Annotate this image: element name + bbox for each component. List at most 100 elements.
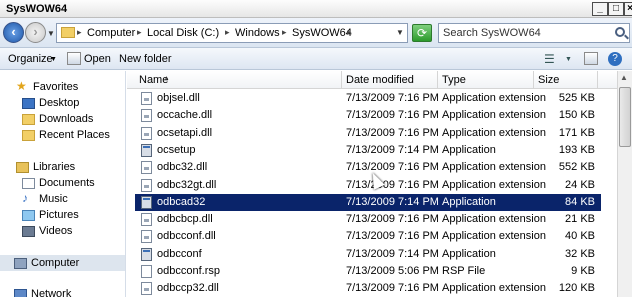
organize-button[interactable]: Organize (8, 53, 53, 65)
address-bar[interactable]: ▸ Computer ▸ Local Disk (C:) ▸ Windows ▸… (56, 23, 408, 43)
libraries-icon (16, 162, 29, 173)
open-icon (67, 52, 81, 65)
file-date: 7/13/2009 7:16 PM (346, 161, 439, 174)
file-row[interactable]: odbcbcp.dll 7/13/2009 7:16 PM Application … (135, 211, 601, 228)
file-row[interactable]: occache.dll 7/13/2009 7:16 PM Application … (135, 107, 601, 124)
file-type: Application extension (442, 282, 546, 295)
views-dropdown-icon[interactable]: ▼ (565, 56, 572, 63)
file-size: 84 KB (565, 195, 595, 208)
nav-recent-places-label: Recent Places (39, 129, 110, 141)
nav-pictures-label: Pictures (39, 209, 79, 221)
nav-downloads-label: Downloads (39, 113, 94, 125)
minimize-button[interactable]: _ (592, 2, 608, 16)
forward-button[interactable]: › (25, 22, 46, 43)
file-row[interactable]: objsel.dll 7/13/2009 7:16 PM Application e… (135, 90, 601, 107)
file-type: Application (442, 143, 496, 156)
nav-videos-label: Videos (39, 225, 73, 237)
close-button[interactable]: × (624, 2, 632, 16)
recent-pages-dropdown-icon[interactable]: ▼ (47, 29, 55, 38)
star-icon: ★ (16, 79, 27, 93)
application-icon (141, 143, 152, 157)
chevron-right-icon[interactable]: ▸ (77, 27, 82, 38)
file-row[interactable]: odbccp32.dll 7/13/2009 7:16 PM Application… (135, 280, 601, 297)
breadcrumb-windows[interactable]: Windows (235, 27, 280, 39)
file-row[interactable]: odbcconf.dll 7/13/2009 7:16 PM Application… (135, 228, 601, 245)
window-title: SysWOW64 (6, 3, 68, 15)
column-size[interactable]: Size (538, 74, 559, 86)
dll-file-icon (141, 282, 152, 296)
file-row[interactable]: odbcconf.rsp 7/13/2009 5:06 PM RSP File 9 K… (135, 263, 601, 280)
file-name: odbcbcp.dll (157, 213, 213, 226)
organize-dropdown-icon[interactable]: ▼ (50, 56, 57, 63)
file-type: Application extension (442, 92, 546, 104)
refresh-button[interactable]: ⟳ (412, 24, 432, 42)
command-bar: Organize ▼ Open New folder ☰ ▼ ? (0, 48, 632, 70)
file-size: 120 KB (558, 282, 595, 295)
application-icon (141, 247, 152, 261)
search-placeholder: Search SysWOW64 (443, 27, 541, 39)
title-bar: SysWOW64 _ □ × (0, 0, 632, 18)
nav-music-label: Music (39, 193, 68, 205)
column-name[interactable]: Name (139, 74, 168, 86)
file-name: odbccp32.dll (157, 282, 219, 295)
dll-file-icon (141, 213, 152, 227)
chevron-right-icon[interactable]: ▸ (225, 27, 230, 38)
address-dropdown-icon[interactable]: ▼ (396, 28, 404, 37)
file-name: odbcad32 (157, 195, 206, 208)
nav-computer-label: Computer (31, 257, 80, 269)
file-date: 7/13/2009 7:16 PM (346, 282, 439, 295)
file-name: occache.dll (157, 109, 213, 122)
file-row[interactable]: ocsetup 7/13/2009 7:14 PM Application 193 K… (135, 142, 601, 159)
search-icon[interactable] (615, 27, 625, 37)
breadcrumb-local-disk[interactable]: Local Disk (C:) (147, 27, 219, 39)
file-type: RSP File (442, 265, 486, 277)
views-icon[interactable]: ☰ (544, 52, 555, 66)
dll-file-icon (141, 178, 152, 192)
file-row[interactable]: odbcad32 7/13/2009 7:14 PM Application 84 K… (135, 193, 601, 211)
file-name: odbc32gt.dll (157, 178, 217, 191)
file-size: 193 KB (558, 143, 595, 156)
file-row[interactable]: ocsetapi.dll 7/13/2009 7:16 PM Application… (135, 125, 601, 142)
desktop-icon (22, 98, 35, 109)
column-type[interactable]: Type (442, 74, 466, 86)
nav-libraries-label: Libraries (33, 161, 76, 173)
chevron-right-icon[interactable]: ▸ (347, 27, 352, 38)
vertical-scrollbar[interactable]: ▲ (617, 71, 632, 297)
chevron-right-icon[interactable]: ▸ (282, 27, 287, 38)
file-icon (141, 265, 152, 278)
documents-icon (22, 178, 35, 189)
file-type: Application extension (442, 230, 546, 243)
file-date: 7/13/2009 7:16 PM (346, 178, 439, 191)
network-icon (14, 289, 27, 297)
file-type: Application (442, 247, 496, 260)
maximize-button[interactable]: □ (608, 2, 624, 16)
open-button[interactable]: Open (84, 53, 111, 65)
dll-file-icon (141, 109, 152, 123)
scroll-up-icon[interactable]: ▲ (620, 73, 628, 82)
file-size: 24 KB (565, 178, 595, 191)
file-type: Application (442, 195, 496, 208)
file-date: 7/13/2009 7:16 PM (346, 230, 439, 243)
file-name: odbcconf.rsp (157, 265, 220, 277)
file-size: 171 KB (558, 126, 595, 139)
breadcrumb-computer[interactable]: Computer (87, 27, 135, 39)
file-date: 7/13/2009 7:16 PM (346, 213, 439, 226)
file-name: objsel.dll (157, 92, 200, 104)
new-folder-button[interactable]: New folder (119, 53, 172, 65)
folder-icon (61, 27, 75, 38)
file-type: Application extension (442, 213, 546, 226)
preview-pane-icon[interactable] (584, 52, 598, 65)
file-size: 40 KB (565, 230, 595, 243)
file-row[interactable]: odbcconf 7/13/2009 7:14 PM Application 32 K… (135, 246, 601, 263)
help-icon[interactable]: ? (608, 52, 622, 66)
column-date-modified[interactable]: Date modified (346, 74, 414, 86)
chevron-right-icon[interactable]: ▸ (137, 27, 142, 38)
downloads-icon (22, 114, 35, 125)
file-type: Application extension (442, 178, 546, 191)
file-size: 32 KB (565, 247, 595, 260)
breadcrumb-syswow64[interactable]: SysWOW64 (292, 27, 352, 39)
search-input[interactable]: Search SysWOW64 (438, 23, 630, 43)
scroll-thumb[interactable] (619, 87, 631, 147)
file-size: 21 KB (565, 213, 595, 226)
back-button[interactable]: ‹ (3, 22, 24, 43)
